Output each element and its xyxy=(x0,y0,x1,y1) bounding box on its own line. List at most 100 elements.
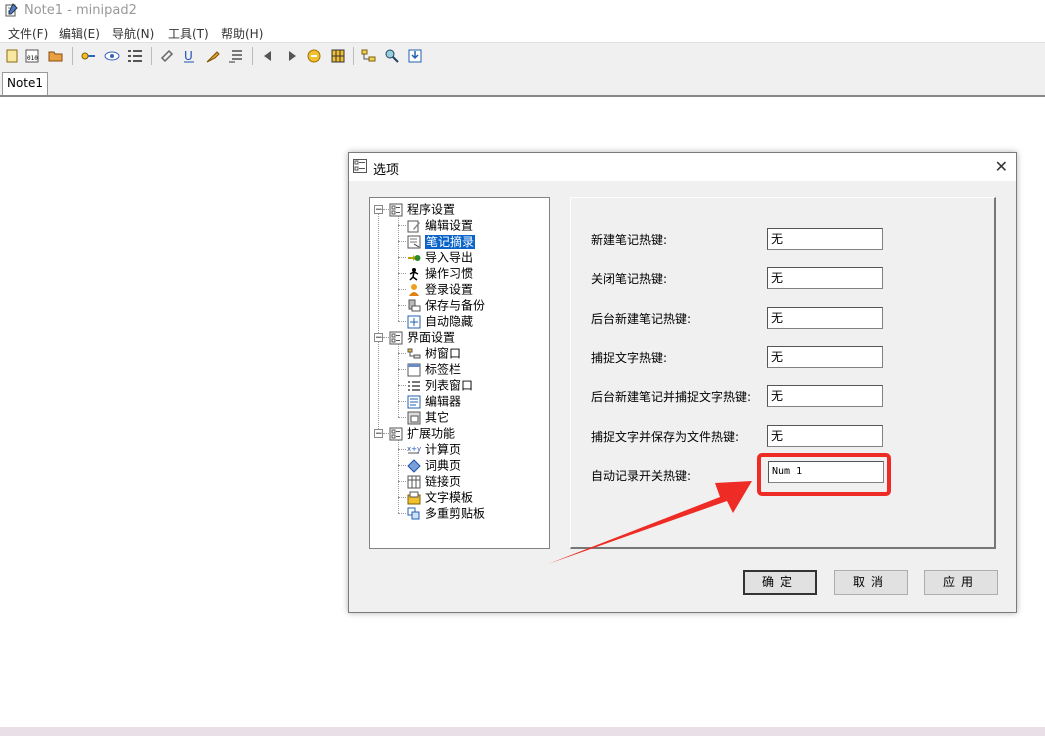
edit-settings-icon xyxy=(407,220,420,232)
view-icon[interactable] xyxy=(104,48,120,64)
hotkey-input[interactable]: 无 xyxy=(767,228,883,250)
tree-item[interactable]: 自动隐藏 xyxy=(407,313,473,329)
forward-icon[interactable] xyxy=(284,48,300,64)
calculator-icon: x+y xyxy=(407,445,421,453)
hotkey-label: 新建笔记热键: xyxy=(591,233,668,247)
tree-item-label: 标签栏 xyxy=(425,362,462,377)
tree-icon[interactable] xyxy=(361,48,377,64)
dialog-title: 选项 xyxy=(373,163,400,178)
tree-item[interactable]: 笔记摘录 xyxy=(407,233,476,249)
link-icon[interactable] xyxy=(159,48,175,64)
ok-button[interactable]: 确定 xyxy=(743,570,817,595)
back-icon[interactable] xyxy=(260,48,276,64)
tree-item-label: 其它 xyxy=(425,410,450,425)
tree-item[interactable]: 词典页 xyxy=(407,457,461,473)
toolbar: 010 U xyxy=(0,42,1045,71)
hotkey-label: 捕捉文字热键: xyxy=(591,350,668,365)
menu-edit[interactable]: 编辑(E) xyxy=(59,25,100,42)
hotkey-label: 后台新建笔记并捕捉文字热键: xyxy=(591,390,752,405)
backup-icon xyxy=(408,299,421,311)
tree-item[interactable]: 程序设置 xyxy=(389,201,455,217)
tree-item[interactable]: 扩展功能 xyxy=(389,425,455,441)
pin-icon[interactable] xyxy=(205,48,221,64)
tree-item-label: 登录设置 xyxy=(425,282,474,297)
tree-item[interactable]: 标签栏 xyxy=(407,361,461,377)
tree-item[interactable]: 编辑设置 xyxy=(407,217,473,233)
notepad-icon xyxy=(5,3,18,17)
editor-icon xyxy=(407,395,421,408)
tab-note1[interactable]: Note1 xyxy=(2,72,48,95)
recycle-icon[interactable] xyxy=(306,48,322,64)
tree-item[interactable]: 登录设置 xyxy=(407,281,473,297)
tree-item-label: 多重剪贴板 xyxy=(425,506,486,521)
svg-text:010: 010 xyxy=(27,55,38,62)
tree-expander[interactable]: − xyxy=(374,205,383,215)
svg-text:x+y: x+y xyxy=(407,445,421,453)
menu-file[interactable]: 文件(F) xyxy=(8,25,48,42)
save-icon[interactable] xyxy=(407,48,423,64)
tree-item[interactable]: 列表窗口 xyxy=(407,377,473,393)
hotkey-input[interactable]: 无 xyxy=(767,267,883,290)
tab-bar-icon xyxy=(407,363,421,376)
underline-icon[interactable]: U xyxy=(181,48,197,64)
tree-item[interactable]: 保存与备份 xyxy=(407,297,485,313)
options-group-icon xyxy=(389,427,403,440)
binary-icon[interactable]: 010 xyxy=(24,48,40,64)
tree-item[interactable]: x+y 计算页 xyxy=(407,441,461,457)
cancel-button[interactable]: 取消 xyxy=(834,570,908,595)
clipboard-icon xyxy=(407,507,420,519)
key-icon[interactable] xyxy=(80,48,96,64)
note-excerpt-icon xyxy=(407,235,421,248)
stack-icon[interactable] xyxy=(228,48,244,64)
apply-button[interactable]: 应用 xyxy=(924,570,998,595)
tree-item-label: 链接页 xyxy=(425,474,462,489)
dictionary-icon xyxy=(407,458,421,473)
hotkey-label: 自动记录开关热键: xyxy=(591,468,692,483)
menu-navigate[interactable]: 导航(N) xyxy=(112,25,154,42)
new-note-icon[interactable] xyxy=(4,48,20,64)
menu-help[interactable]: 帮助(H) xyxy=(221,25,263,42)
hotkey-input[interactable]: 无 xyxy=(767,385,883,408)
tree-item[interactable]: 其它 xyxy=(407,409,449,425)
hotkey-input[interactable]: 无 xyxy=(767,424,883,447)
window-titlebar: Note1 - minipad2 xyxy=(0,0,1045,22)
tree-item-label: 保存与备份 xyxy=(425,298,486,313)
list-icon[interactable] xyxy=(127,48,143,64)
app-title: Note1 - minipad2 xyxy=(24,3,137,18)
search-icon[interactable] xyxy=(384,48,400,64)
tree-item-label: 文字模板 xyxy=(425,490,474,505)
tree-item-label: 自动隐藏 xyxy=(425,314,474,329)
tree-item[interactable]: 链接页 xyxy=(407,473,461,489)
tab-strip: Note1 xyxy=(0,70,1045,95)
hotkey-input[interactable]: 无 xyxy=(767,345,883,368)
svg-text:U: U xyxy=(184,49,193,63)
options-tree[interactable]: − 程序设置 编辑设置 笔记摘录 导入导出 操作习惯 登录设置 保存与备份 自动隐藏 − 界面设置树… xyxy=(369,197,550,549)
tree-item-label: 界面设置 xyxy=(407,330,456,345)
tree-item-label: 词典页 xyxy=(425,458,462,473)
open-folder-icon[interactable] xyxy=(48,48,64,64)
tree-item[interactable]: 界面设置 xyxy=(389,329,455,345)
habit-icon xyxy=(409,267,419,281)
tree-item-label: 导入导出 xyxy=(425,250,474,265)
hotkey-input[interactable]: 无 xyxy=(767,306,883,329)
tree-item[interactable]: 树窗口 xyxy=(407,345,461,361)
options-group-icon xyxy=(389,331,403,344)
tree-item[interactable]: 导入导出 xyxy=(407,249,473,265)
tree-item-label: 扩展功能 xyxy=(407,426,456,441)
menu-bar: 文件(F) 编辑(E) 导航(N) 工具(T) 帮助(H) xyxy=(0,22,1045,42)
tree-expander[interactable]: − xyxy=(374,429,383,439)
hotkey-label: 关闭笔记热键: xyxy=(591,272,668,287)
tree-item[interactable]: 操作习惯 xyxy=(407,265,473,281)
tree-item[interactable]: 文字模板 xyxy=(407,489,473,505)
menu-tools[interactable]: 工具(T) xyxy=(168,25,209,42)
tree-item-label: 树窗口 xyxy=(425,346,462,361)
close-icon[interactable]: ✕ xyxy=(995,157,1008,176)
tree-item[interactable]: 多重剪贴板 xyxy=(407,505,485,521)
tree-item[interactable]: 编辑器 xyxy=(407,393,461,409)
grid-icon[interactable] xyxy=(330,48,346,64)
hotkey-label: 捕捉文字并保存为文件热键: xyxy=(591,429,740,444)
tree-expander[interactable]: − xyxy=(374,333,383,343)
list-window-icon xyxy=(408,380,420,391)
tree-item-label: 计算页 xyxy=(425,442,462,457)
tree-item-label: 列表窗口 xyxy=(425,378,474,393)
